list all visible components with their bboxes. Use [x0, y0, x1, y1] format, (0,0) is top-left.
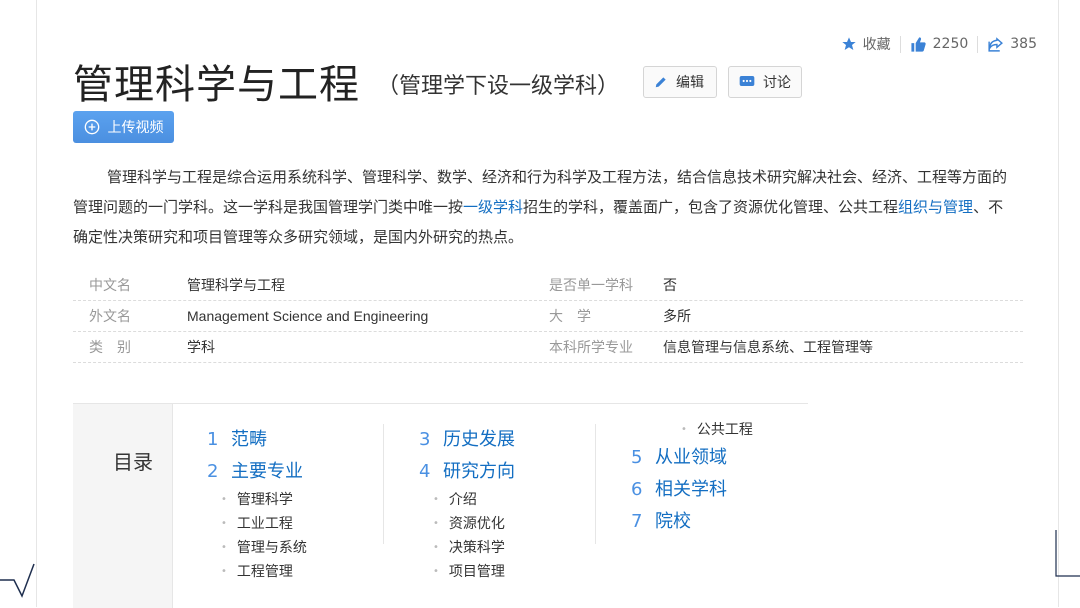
upload-video-button[interactable]: 上传视频 — [73, 111, 174, 143]
basic-info-table: 中文名 管理科学与工程 是否单一学科 否 外文名 Management Scie… — [73, 270, 1023, 363]
table-of-contents: 目录 1 范畴 2 主要专业 管理科学 工业工程 管理与系统 工程管理 3 历史发展 … — [73, 403, 808, 608]
pencil-icon — [655, 77, 666, 88]
intro-paragraph: 管理科学与工程是综合运用系统科学、管理科学、数学、经济和行为科学及工程方法，结合… — [73, 162, 1008, 252]
like-button[interactable]: 2250 — [899, 35, 978, 53]
info-value: 否 — [663, 278, 677, 294]
info-key: 本科所学专业 — [549, 340, 633, 356]
toc-number: 6 — [631, 479, 643, 500]
plus-circle-icon — [84, 119, 99, 135]
page-subtitle: （管理学下设一级学科） — [377, 74, 620, 99]
toc-item-6[interactable]: 6 相关学科 — [631, 474, 831, 506]
toc-column: 公共工程 5 从业领域 6 相关学科 7 院校 — [631, 418, 831, 538]
toc-item-1[interactable]: 1 范畴 — [207, 424, 407, 456]
toc-column: 1 范畴 2 主要专业 管理科学 工业工程 管理与系统 工程管理 — [207, 424, 407, 584]
info-key: 外文名 — [89, 309, 131, 325]
info-row: 中文名 管理科学与工程 是否单一学科 否 — [73, 270, 1023, 301]
toc-title: 研究方向 — [443, 461, 515, 482]
toc-item-4[interactable]: 4 研究方向 — [419, 456, 619, 488]
toc-number: 5 — [631, 447, 643, 468]
toc-label: 目录 — [113, 450, 153, 474]
toc-label-panel: 目录 — [73, 404, 173, 608]
info-row: 外文名 Management Science and Engineering 大… — [73, 301, 1023, 332]
toc-title: 相关学科 — [655, 479, 727, 500]
info-value: 管理科学与工程 — [187, 278, 285, 294]
action-bar: 收藏 2250 385 — [832, 34, 1046, 54]
discuss-button[interactable]: 讨论 — [728, 66, 802, 98]
toc-subitem[interactable]: 管理与系统 — [207, 536, 407, 560]
toc-number: 7 — [631, 511, 643, 532]
toc-subitem[interactable]: 工业工程 — [207, 512, 407, 536]
info-row: 类 别 学科 本科所学专业 信息管理与信息系统、工程管理等 — [73, 332, 1023, 363]
info-value: 多所 — [663, 309, 691, 325]
like-count: 2250 — [932, 36, 969, 52]
upload-video-label: 上传视频 — [107, 120, 164, 136]
edit-label: 编辑 — [676, 75, 704, 91]
decorative-check-line — [0, 563, 35, 598]
toc-number: 2 — [207, 461, 219, 482]
favorite-button[interactable]: 收藏 — [832, 34, 900, 54]
toc-column: 3 历史发展 4 研究方向 介绍 资源优化 决策科学 项目管理 — [419, 424, 619, 584]
page-title: 管理科学与工程 — [73, 62, 360, 108]
decorative-bracket-line — [1055, 530, 1080, 577]
edit-button[interactable]: 编辑 — [643, 66, 717, 98]
info-key: 是否单一学科 — [549, 278, 633, 294]
toc-subitem[interactable]: 介绍 — [419, 488, 619, 512]
toc-divider — [383, 424, 384, 544]
toc-item-5[interactable]: 5 从业领域 — [631, 442, 831, 474]
toc-divider — [595, 424, 596, 544]
toc-number: 1 — [207, 429, 219, 450]
info-key: 大 学 — [549, 309, 591, 325]
info-key: 中文名 — [89, 278, 131, 294]
toc-title: 范畴 — [231, 429, 267, 450]
toc-subitem[interactable]: 项目管理 — [419, 560, 619, 584]
toc-subitem[interactable]: 管理科学 — [207, 488, 407, 512]
chat-icon — [739, 76, 755, 86]
favorite-label: 收藏 — [862, 37, 891, 53]
toc-title: 院校 — [655, 511, 691, 532]
toc-subitem[interactable]: 工程管理 — [207, 560, 407, 584]
thumbs-up-icon — [911, 36, 926, 52]
toc-subitem[interactable]: 决策科学 — [419, 536, 619, 560]
toc-item-7[interactable]: 7 院校 — [631, 506, 831, 538]
link-organization-management[interactable]: 组织与管理 — [898, 198, 973, 216]
toc-number: 4 — [419, 461, 431, 482]
info-value: 信息管理与信息系统、工程管理等 — [663, 340, 873, 356]
toc-item-3[interactable]: 3 历史发展 — [419, 424, 619, 456]
toc-number: 3 — [419, 429, 431, 450]
toc-title: 主要专业 — [231, 461, 303, 482]
share-button[interactable]: 385 — [977, 35, 1046, 53]
toc-subitem[interactable]: 资源优化 — [419, 512, 619, 536]
info-value: 学科 — [187, 340, 215, 356]
article-page: 收藏 2250 385 管理科学与工程 （管理学下设一级学科） 编辑 讨论 上传… — [36, 0, 1059, 608]
share-count: 385 — [1010, 36, 1037, 52]
star-icon — [841, 37, 856, 50]
toc-item-2[interactable]: 2 主要专业 — [207, 456, 407, 488]
info-value: Management Science and Engineering — [187, 308, 429, 324]
toc-title: 历史发展 — [443, 429, 515, 450]
info-key: 类 别 — [89, 340, 131, 356]
toc-subitem[interactable]: 公共工程 — [631, 418, 831, 442]
intro-text: 招生的学科，覆盖面广，包含了资源优化管理、公共工程 — [523, 198, 899, 216]
share-icon — [988, 36, 1004, 52]
toc-title: 从业领域 — [655, 447, 727, 468]
link-first-level-discipline[interactable]: 一级学科 — [463, 198, 523, 216]
discuss-label: 讨论 — [763, 75, 791, 91]
